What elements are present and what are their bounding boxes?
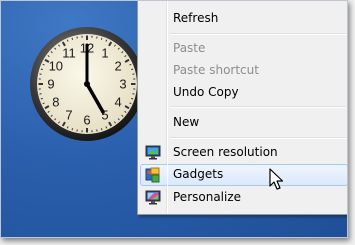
clock-tick [100,37,103,40]
clock-numeral: 4 [115,95,122,110]
clock-gadget[interactable]: 121234567891011 [29,26,145,142]
monitor-icon [145,145,161,160]
menu-item-new[interactable]: New [140,112,347,133]
menu-item-paste[interactable]: Paste [140,38,347,59]
clock-numeral: 11 [62,45,76,60]
clock-numeral: 9 [47,77,54,92]
desktop-screenshot-frame: 121234567891011 Refresh Paste Paste shor… [0,0,348,238]
menu-item-screen-resolution[interactable]: Screen resolution [140,142,347,163]
clock-numeral: 2 [115,59,122,74]
clock-face: 121234567891011 [30,27,144,141]
menu-separator [170,33,346,35]
clock-tick [100,128,103,131]
menu-item-personalize[interactable]: Personalize [140,187,347,208]
menu-item-undo-copy[interactable]: Undo Copy [140,82,347,103]
clock-tick [40,68,43,71]
clock-numeral: 6 [83,113,90,128]
menu-item-paste-shortcut[interactable]: Paste shortcut [140,60,347,81]
clock-tick [131,68,134,71]
clock-numeral: 8 [52,95,59,110]
clock-tick [131,97,134,100]
clock-numeral: 7 [65,108,72,123]
clock-tick [40,97,43,100]
personalize-icon [145,190,161,205]
menu-separator [170,106,346,108]
clock-numeral: 3 [119,77,126,92]
clock-tick [71,128,74,131]
menu-separator [170,137,346,139]
clock-numeral: 1 [101,45,108,60]
menu-item-gadgets[interactable]: Gadgets [140,164,347,186]
menu-item-refresh[interactable]: Refresh [140,8,347,29]
clock-center [84,81,90,87]
mouse-pointer-icon [269,168,287,192]
gadgets-icon [145,167,161,183]
clock-numeral: 10 [49,59,63,74]
desktop-context-menu: Refresh Paste Paste shortcut Undo Copy N… [137,1,347,215]
clock-tick [71,37,74,40]
